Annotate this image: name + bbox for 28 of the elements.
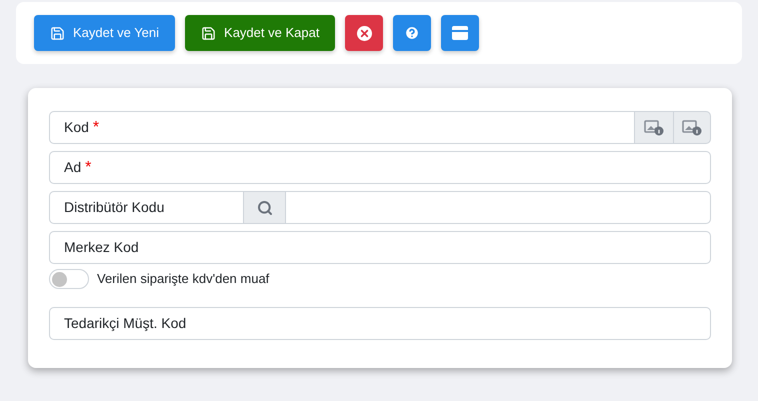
save-icon: [50, 26, 65, 40]
field-label: Kod *: [64, 118, 100, 138]
toggle-label: Verilen siparişte kdv'den muaf: [97, 270, 270, 288]
help-icon: [404, 25, 420, 41]
save-icon: [201, 26, 216, 40]
input-field[interactable]: Merkez Kod: [49, 231, 711, 264]
field-label: Tedarikçi Müşt. Kod: [64, 314, 186, 333]
addon-button[interactable]: [673, 111, 711, 144]
toggle-switch[interactable]: [49, 269, 89, 289]
input-field[interactable]: Tedarikçi Müşt. Kod: [49, 307, 711, 340]
window-icon: [452, 26, 468, 40]
close-icon: [356, 26, 372, 40]
addon-button[interactable]: [635, 111, 673, 144]
image-info-icon: [644, 120, 664, 136]
field-label: Merkez Kod: [64, 238, 139, 257]
save-button[interactable]: Kaydet ve Yeni: [34, 15, 176, 51]
save-button[interactable]: Kaydet ve Kapat: [185, 15, 336, 51]
search-button[interactable]: [243, 192, 286, 223]
window-button[interactable]: [441, 15, 480, 51]
lookup-field[interactable]: Distribütör Kodu: [49, 191, 711, 224]
search-icon: [256, 200, 272, 216]
input-field[interactable]: Kod *: [49, 111, 635, 144]
field-label: Ad *: [64, 158, 92, 178]
help-button[interactable]: [393, 15, 432, 51]
input-field[interactable]: Ad *: [49, 151, 711, 184]
close-button[interactable]: [345, 15, 384, 51]
image-info-icon: [682, 120, 702, 136]
field-label: Distribütör Kodu: [64, 198, 164, 217]
